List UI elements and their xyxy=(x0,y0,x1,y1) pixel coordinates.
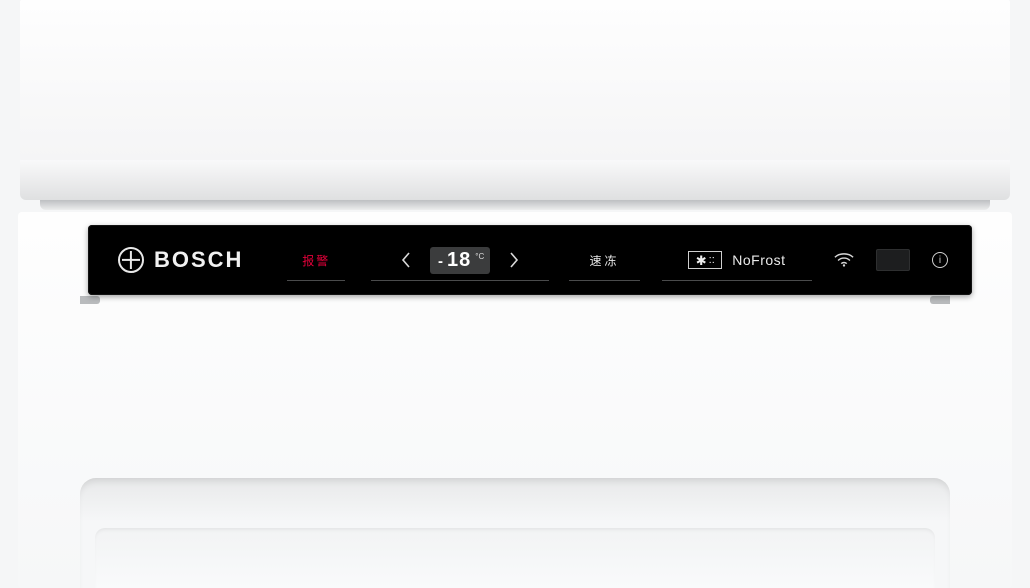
wifi-icon[interactable] xyxy=(834,252,854,268)
brand-name: BOSCH xyxy=(154,247,243,273)
appliance-lid-front xyxy=(20,160,1010,200)
nofrost-indicator: ✱ :: NoFrost xyxy=(658,225,816,295)
temperature-down-button[interactable] xyxy=(400,251,412,269)
bosch-armature-icon xyxy=(118,247,144,273)
nofrost-label: NoFrost xyxy=(732,252,785,268)
appliance-lid-top xyxy=(20,0,1010,160)
temperature-value: 18 xyxy=(447,249,471,272)
temperature-unit: °C xyxy=(475,252,484,261)
drawer-front xyxy=(95,528,935,588)
brand-logo: BOSCH xyxy=(118,247,243,273)
hinge-right xyxy=(930,296,950,304)
temperature-sign: - xyxy=(438,253,443,270)
temperature-display: - 18 °C xyxy=(430,247,490,274)
temperature-up-button[interactable] xyxy=(508,251,520,269)
control-panel: BOSCH 报警 - 18 °C 速冻 ✱ :: NoFrost xyxy=(88,225,972,295)
right-cluster: i xyxy=(834,249,948,271)
alarm-label: 报警 xyxy=(302,252,330,269)
fast-freeze-label: 速冻 xyxy=(589,252,619,269)
hinge-left xyxy=(80,296,100,304)
fast-freeze-button[interactable]: 速冻 xyxy=(565,225,644,295)
info-icon[interactable]: i xyxy=(932,252,948,268)
display-window-button[interactable] xyxy=(876,249,910,271)
temperature-control: - 18 °C xyxy=(367,225,553,295)
snowflake-icon: ✱ :: xyxy=(688,251,722,269)
alarm-button[interactable]: 报警 xyxy=(283,225,349,295)
appliance-lid-shadow xyxy=(40,200,990,210)
